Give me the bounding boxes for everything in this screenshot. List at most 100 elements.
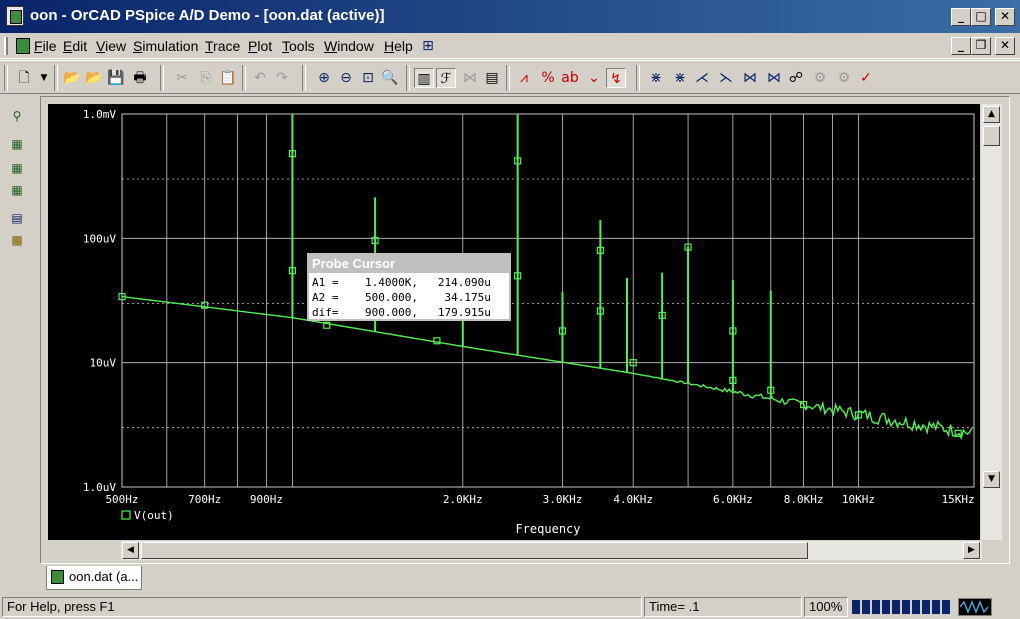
x-tick-label: 3.0KHz [543, 493, 583, 506]
netlist-icon[interactable]: ▤ [8, 209, 26, 227]
probe-cursor-row-y: 179.915u [417, 306, 491, 319]
menu-label-rest: indow [337, 38, 374, 54]
probe-cursor-row-label: dif= [312, 306, 346, 319]
probe-cursor-title: Probe Cursor [309, 255, 509, 273]
menu-label-rest: imulation [142, 38, 199, 54]
vertical-scroll-thumb[interactable] [983, 126, 1000, 146]
new-dropdown-icon[interactable]: ▼ [34, 68, 54, 88]
cursor-search-icon[interactable]: ⋈ [764, 68, 784, 88]
cursor-peak-icon[interactable]: ↯ [606, 68, 626, 88]
fourier-icon[interactable]: ℱ [436, 68, 456, 88]
open-icon[interactable]: 📂 [62, 68, 82, 88]
probe-plot[interactable]: 1.0mV100uV10uV1.0uV500Hz 700Hz 900Hz 2.0KHz… [48, 104, 980, 540]
menu-plot[interactable]: Plot [248, 38, 272, 54]
menu-window[interactable]: Window [324, 38, 374, 54]
new-icon[interactable]: 🗋 [14, 68, 34, 88]
probe-icon[interactable]: ⚲ [8, 107, 26, 125]
scroll-down-button[interactable]: ▼ [983, 471, 1000, 488]
zoom-fit-icon[interactable]: 🔍 [380, 68, 400, 88]
vertical-scrollbar[interactable]: ▲ ▼ [981, 104, 1002, 540]
menu-view[interactable]: View [96, 38, 126, 54]
axis-labels: 1.0mV100uV10uV1.0uV500Hz 700Hz 900Hz 2.0KHz… [83, 108, 975, 536]
pspice-app-icon[interactable] [6, 6, 24, 26]
menu-accelerator: H [384, 38, 395, 54]
doc-minimize-button[interactable]: _ [951, 37, 971, 55]
waveform-icon[interactable] [958, 598, 992, 616]
horizontal-scroll-thumb[interactable] [141, 542, 808, 559]
probe-cursor-row: A2 = 500.000, 34.175u [312, 290, 509, 305]
open-all-icon[interactable]: 📂 [84, 68, 104, 88]
mark-label-icon[interactable]: ab [560, 68, 580, 88]
title-bar: oon - OrCAD PSpice A/D Demo - [oon.dat (… [0, 0, 1020, 33]
menu-simulation[interactable]: Simulation [133, 38, 198, 54]
simulation-settings-icon[interactable]: ▦ [8, 135, 26, 153]
x-tick-label: 2.0KHz [443, 493, 483, 506]
maximize-button[interactable]: □ [971, 8, 991, 26]
cursor-min-icon[interactable]: ⋌ [692, 68, 712, 88]
menu-accelerator: E [63, 38, 73, 54]
progress-segment [882, 600, 890, 614]
copy-icon[interactable]: ⎘ [196, 68, 216, 88]
x-tick-label: 15KHz [942, 493, 975, 506]
cursor-max-icon[interactable]: ⋋ [716, 68, 736, 88]
legend-entry: V(out) [134, 509, 174, 522]
cut-icon[interactable]: ✂ [172, 68, 192, 88]
document-tab[interactable]: oon.dat (a... [46, 566, 142, 590]
close-button[interactable]: ✕ [995, 8, 1015, 26]
cursor-slope-icon[interactable]: ⋇ [670, 68, 690, 88]
add-plot-icon[interactable]: ⩘ [514, 68, 534, 88]
toolbar-separator [406, 65, 410, 91]
log-x-icon[interactable]: ▥ [414, 68, 434, 88]
left-toolbar: ⚲ ▦ ▦ ▦ ▤ ▩ [0, 95, 34, 565]
menu-grip[interactable] [4, 37, 8, 55]
add-trace-icon[interactable]: ▤ [482, 68, 502, 88]
doc-close-button[interactable]: ✕ [995, 37, 1015, 55]
legend-marker [121, 510, 131, 520]
paste-icon[interactable]: 📋 [218, 68, 238, 88]
run-icon[interactable]: ▦ [8, 181, 26, 199]
menu-accelerator: T [282, 38, 289, 54]
horizontal-scrollbar[interactable]: ◀ ▶ [121, 541, 982, 560]
cursor-trough-icon[interactable]: ⋇ [646, 68, 666, 88]
toggle-cursor-icon[interactable]: ⌄ [584, 68, 604, 88]
redo-icon[interactable]: ↷ [272, 68, 292, 88]
probe-cursor-rows: A1 = 1.4000K, 214.090u A2 = 500.000, 34.1… [309, 273, 509, 320]
menu-accelerator: S [133, 38, 143, 54]
performance-icon[interactable]: ⋈ [460, 68, 480, 88]
scroll-up-button[interactable]: ▲ [983, 106, 1000, 123]
cursor-prev-transition-icon[interactable]: ⚙ [810, 68, 830, 88]
scroll-left-button[interactable]: ◀ [122, 542, 139, 559]
whats-this-help-icon[interactable]: ⊞ [418, 36, 438, 56]
undo-icon[interactable]: ↶ [250, 68, 270, 88]
trace-baseline [121, 295, 973, 440]
cursor-next-transition-icon[interactable]: ☍ [786, 68, 806, 88]
menu-label-rest: ile [42, 38, 57, 54]
message-icon[interactable]: ▩ [8, 231, 26, 249]
view-output-icon[interactable]: ▦ [8, 159, 26, 177]
document-icon[interactable] [16, 38, 30, 54]
menu-accelerator: P [248, 38, 258, 54]
cursor-point-icon[interactable]: ⋈ [740, 68, 760, 88]
toolbar-grip[interactable] [4, 65, 8, 91]
menu-help[interactable]: Help [384, 38, 413, 54]
print-icon[interactable]: 🖶 [130, 68, 150, 88]
mark-data-points-icon[interactable]: ⚙ [834, 68, 854, 88]
status-time: Time= .1 [644, 597, 802, 617]
menu-edit[interactable]: Edit [63, 38, 87, 54]
menu-trace[interactable]: Trace [205, 38, 240, 54]
probe-cursor-row-x: 900.000, [345, 306, 418, 319]
minimize-button[interactable]: _ [951, 8, 971, 26]
menu-file[interactable]: File [34, 38, 57, 54]
scroll-right-button[interactable]: ▶ [963, 542, 980, 559]
eval-measure-icon[interactable]: % [538, 68, 558, 88]
save-icon[interactable]: 💾 [106, 68, 126, 88]
probe-cursor-box[interactable]: Probe Cursor A1 = 1.4000K, 214.090u A2 = … [307, 253, 511, 321]
menu-tools[interactable]: Tools [282, 38, 315, 54]
toolbar-separator [242, 65, 246, 91]
zoom-area-icon[interactable]: ⊡ [358, 68, 378, 88]
zoom-in-icon[interactable]: ⊕ [314, 68, 334, 88]
cursor-label-icon[interactable]: ✓ [856, 68, 876, 88]
x-tick-label: 10KHz [842, 493, 875, 506]
doc-restore-button[interactable]: ❐ [971, 37, 991, 55]
zoom-out-icon[interactable]: ⊖ [336, 68, 356, 88]
